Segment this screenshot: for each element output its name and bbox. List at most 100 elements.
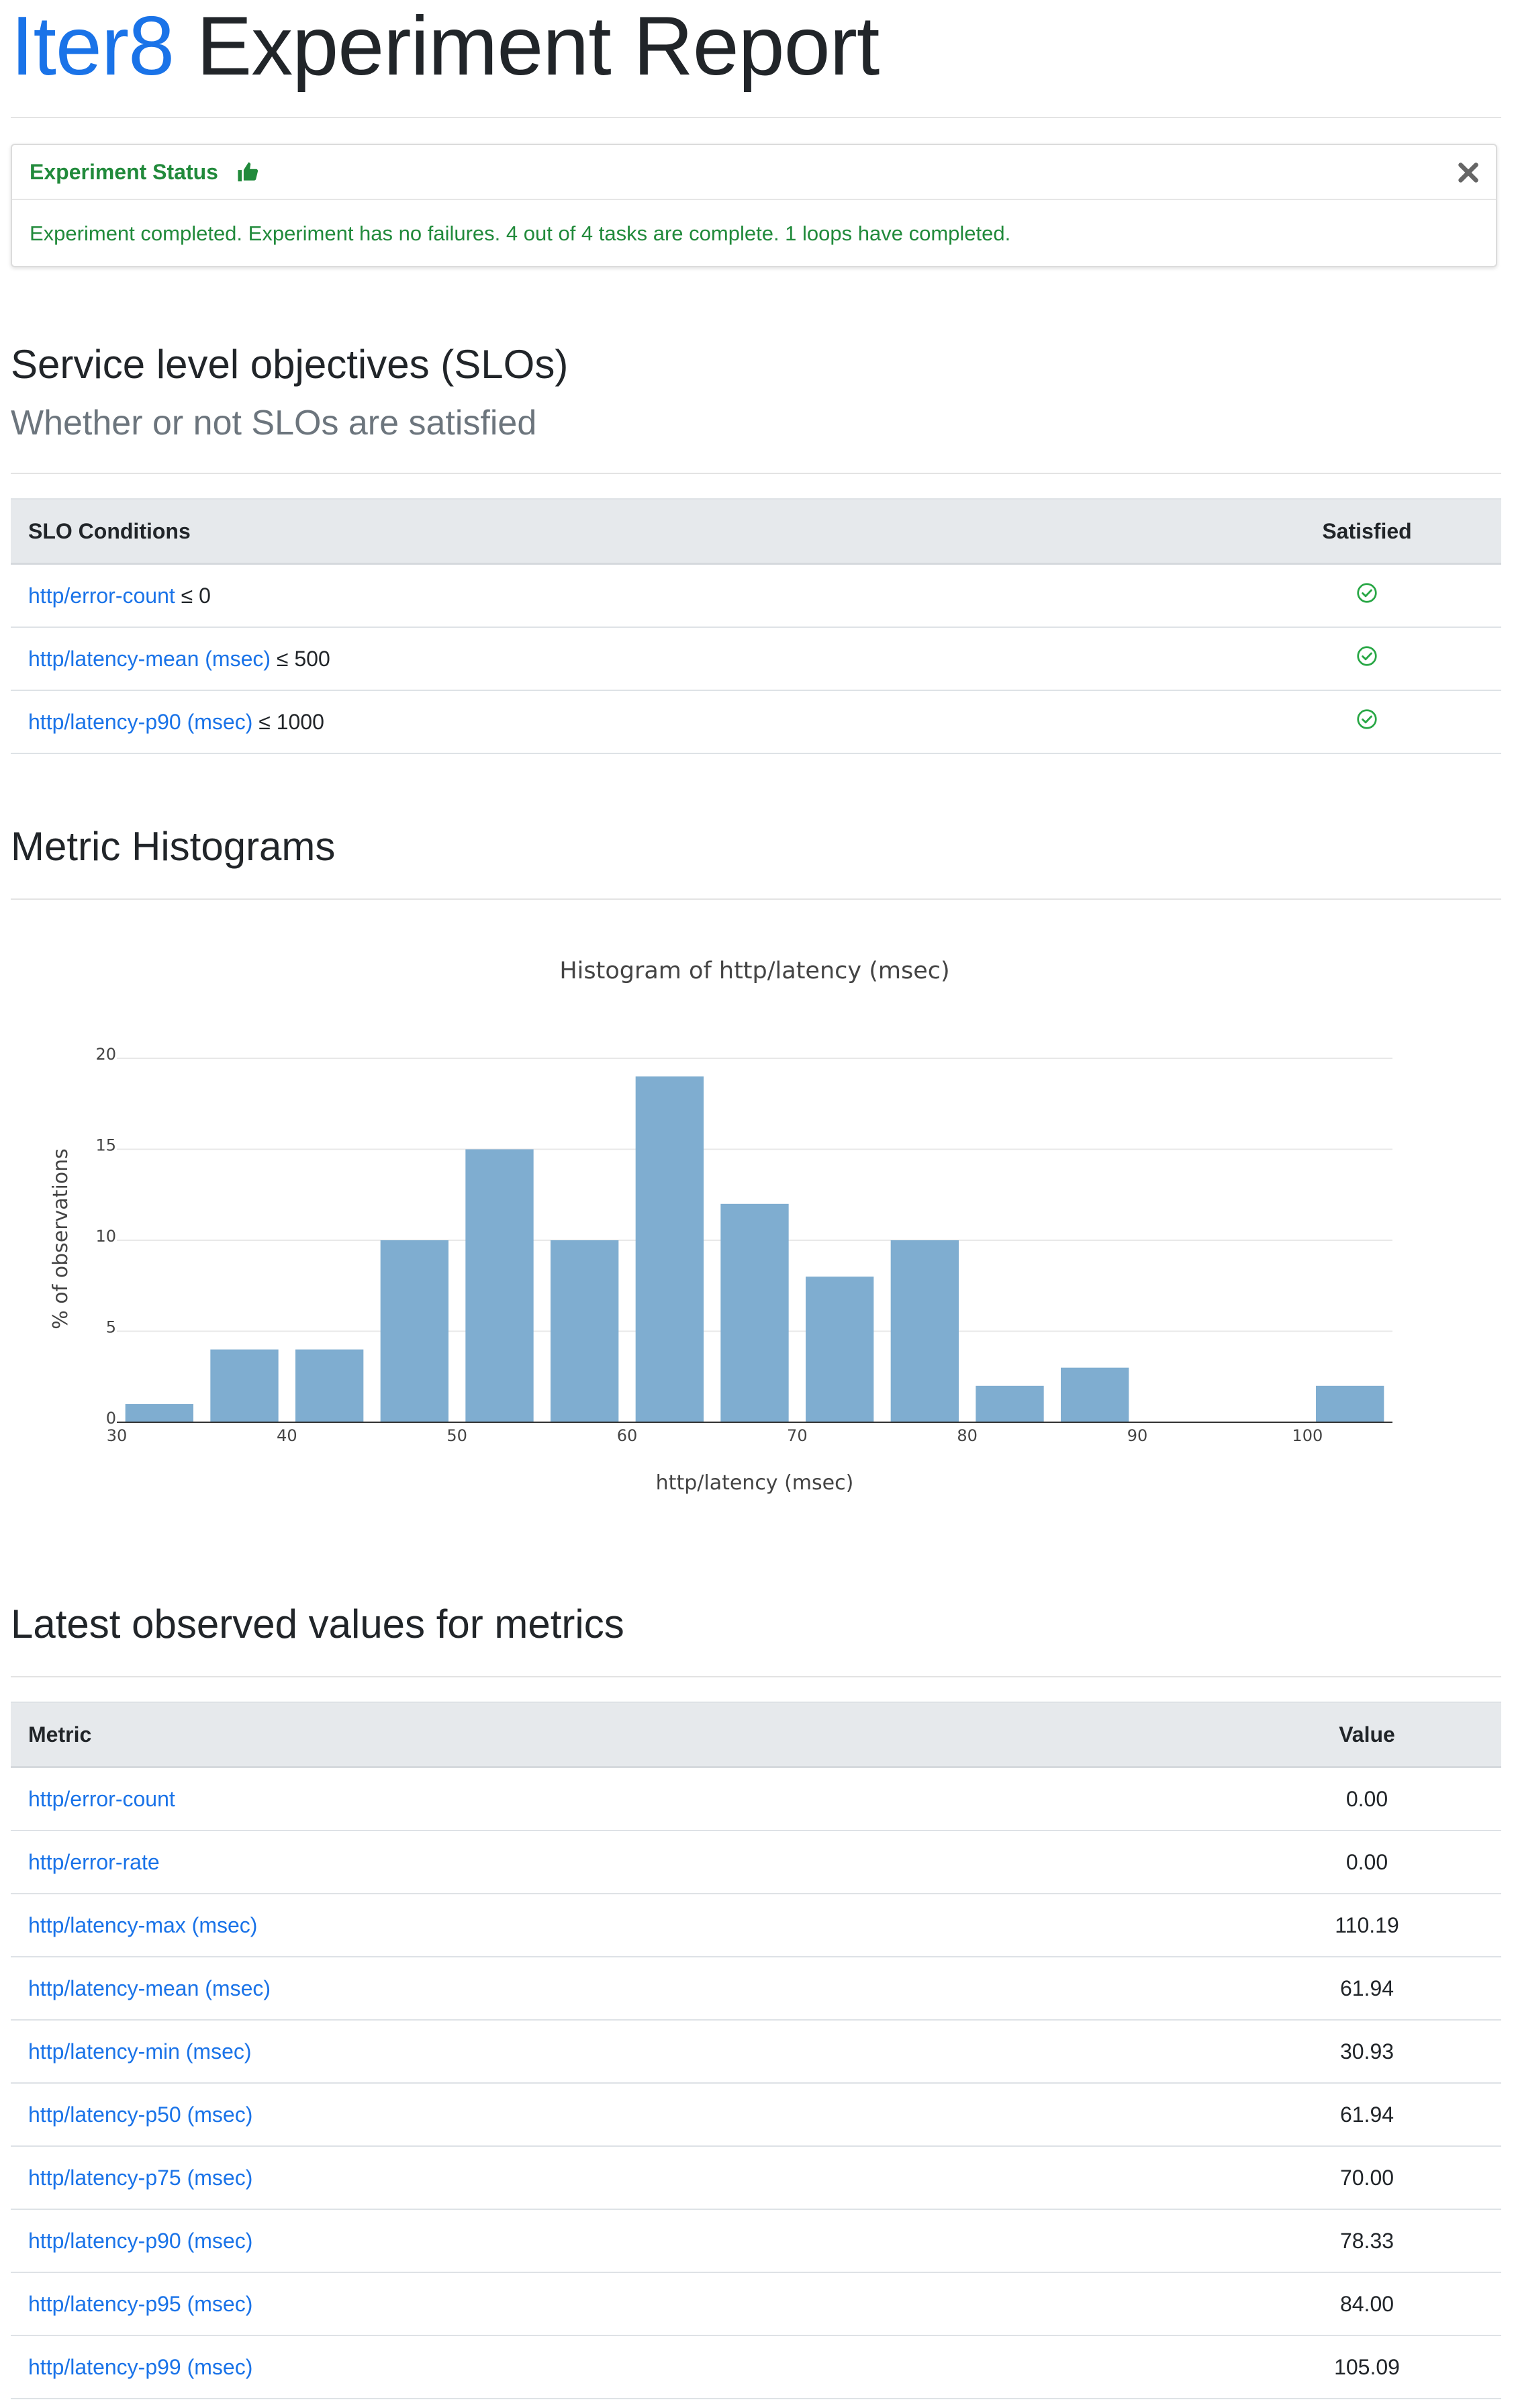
x-tick-label: 50: [446, 1426, 467, 1445]
metric-row: http/latency-p99 (msec) 105.09: [11, 2335, 1501, 2399]
slo-row: http/error-count ≤ 0: [11, 563, 1501, 628]
alert-header: Experiment Status: [12, 145, 1496, 200]
latest-divider: [11, 1676, 1501, 1677]
metric-cell: http/error-count: [11, 1767, 1233, 1831]
metric-row: http/latency-p90 (msec) 78.33: [11, 2209, 1501, 2273]
metric-cell: http/latency-p90 (msec): [11, 2209, 1233, 2273]
x-tick-label: 30: [107, 1426, 128, 1445]
metric-cell: http/latency-p99 (msec): [11, 2335, 1233, 2399]
metric-link[interactable]: http/latency-p50 (msec): [28, 2102, 252, 2127]
slo-satisfied-cell: [1233, 690, 1501, 754]
title-divider: [11, 117, 1501, 118]
histogram-bar[interactable]: [380, 1240, 448, 1422]
metric-value: 0.00: [1233, 1831, 1501, 1894]
metric-link[interactable]: http/latency-p90 (msec): [28, 2229, 252, 2253]
y-tick-label: 15: [95, 1136, 116, 1155]
check-circle-icon: [1357, 709, 1377, 729]
histogram-bar[interactable]: [210, 1349, 279, 1422]
metric-row: http/error-count 0.00: [11, 1767, 1501, 1831]
thumbs-up-icon: [238, 162, 258, 182]
experiment-status-alert: Experiment Status Experiment completed. …: [11, 144, 1497, 267]
metric-value: 110.19: [1233, 1894, 1501, 1957]
value-header: Value: [1233, 1702, 1501, 1768]
slo-condition-cell: http/latency-p90 (msec) ≤ 1000: [11, 690, 1233, 754]
metric-cell: http/error-rate: [11, 1831, 1233, 1894]
metric-row: http/latency-p75 (msec) 70.00: [11, 2146, 1501, 2210]
slo-metric-link[interactable]: http/latency-p90 (msec): [28, 710, 252, 734]
metric-cell: http/latency-p95 (msec): [11, 2272, 1233, 2336]
metric-row: http/latency-min (msec) 30.93: [11, 2020, 1501, 2084]
x-tick-label: 90: [1127, 1426, 1148, 1445]
alert-heading: Experiment Status: [30, 159, 218, 184]
histogram-bar[interactable]: [806, 1277, 874, 1422]
latest-metrics-table: Metric Value http/error-count 0.00 http/er…: [11, 1702, 1501, 2399]
slo-condition-cell: http/latency-mean (msec) ≤ 500: [11, 627, 1233, 691]
histogram-bar[interactable]: [635, 1076, 704, 1422]
slo-condition-text: ≤ 1000: [258, 709, 324, 734]
slo-table-header: SLO Conditions Satisfied: [11, 498, 1501, 565]
slo-row: http/latency-mean (msec) ≤ 500: [11, 627, 1501, 691]
histograms-divider: [11, 898, 1501, 900]
slo-condition-text: ≤ 0: [181, 583, 211, 608]
metric-cell: http/latency-p75 (msec): [11, 2146, 1233, 2210]
slo-condition-text: ≤ 500: [276, 646, 330, 671]
slo-metric-link[interactable]: http/error-count: [28, 584, 175, 608]
slo-section-subtitle: Whether or not SLOs are satisfied: [11, 404, 537, 443]
y-tick-label: 10: [95, 1227, 116, 1246]
x-tick-label: 80: [957, 1426, 978, 1445]
histograms-section-title: Metric Histograms: [11, 824, 336, 869]
metric-value: 61.94: [1233, 2083, 1501, 2147]
metric-link[interactable]: http/error-rate: [28, 1850, 160, 1874]
metric-row: http/latency-max (msec) 110.19: [11, 1894, 1501, 1957]
metric-link[interactable]: http/latency-p75 (msec): [28, 2166, 252, 2190]
histogram-bar[interactable]: [125, 1403, 193, 1422]
y-tick-label: 5: [106, 1318, 116, 1337]
latest-section-title: Latest observed values for metrics: [11, 1602, 624, 1647]
satisfied-header: Satisfied: [1233, 498, 1501, 565]
metric-cell: http/latency-mean (msec): [11, 1957, 1233, 2021]
page-title: Iter8 Experiment Report: [11, 0, 880, 97]
metric-link[interactable]: http/error-count: [28, 1787, 175, 1811]
metric-link[interactable]: http/latency-p99 (msec): [28, 2355, 252, 2379]
page-header: Iter8 Experiment Report: [11, 0, 880, 97]
slo-metric-link[interactable]: http/latency-mean (msec): [28, 647, 271, 671]
metric-link[interactable]: http/latency-min (msec): [28, 2039, 252, 2064]
metric-value: 78.33: [1233, 2209, 1501, 2273]
check-circle-icon: [1357, 583, 1377, 603]
metric-link[interactable]: http/latency-mean (msec): [28, 1976, 271, 2000]
chart-title: Histogram of http/latency (msec): [559, 958, 949, 984]
histogram-bar[interactable]: [976, 1385, 1044, 1422]
x-tick-label: 100: [1292, 1426, 1323, 1445]
histogram-bar[interactable]: [1316, 1385, 1384, 1422]
metric-value: 84.00: [1233, 2272, 1501, 2336]
x-tick-label: 40: [277, 1426, 297, 1445]
histogram-bar[interactable]: [890, 1240, 959, 1422]
close-icon[interactable]: [1456, 160, 1481, 185]
metric-link[interactable]: http/latency-p95 (msec): [28, 2292, 252, 2316]
slo-satisfied-cell: [1233, 563, 1501, 628]
alert-message: Experiment completed. Experiment has no …: [30, 222, 1011, 245]
histogram-bar[interactable]: [1061, 1367, 1129, 1422]
slo-table: SLO Conditions Satisfied http/error-coun…: [11, 498, 1501, 754]
metric-row: http/latency-mean (msec) 61.94: [11, 1957, 1501, 2021]
metric-value: 70.00: [1233, 2146, 1501, 2210]
slo-satisfied-cell: [1233, 627, 1501, 691]
slo-row: http/latency-p90 (msec) ≤ 1000: [11, 690, 1501, 754]
metric-value: 30.93: [1233, 2020, 1501, 2084]
slo-conditions-header: SLO Conditions: [11, 498, 1233, 565]
histogram-bar[interactable]: [465, 1149, 534, 1423]
x-axis-label: http/latency (msec): [656, 1471, 854, 1495]
metric-value: 61.94: [1233, 1957, 1501, 2021]
metric-row: http/error-rate 0.00: [11, 1831, 1501, 1894]
slo-condition-cell: http/error-count ≤ 0: [11, 563, 1233, 628]
x-tick-label: 70: [787, 1426, 808, 1445]
y-axis-label: % of observations: [49, 1148, 73, 1330]
brand-name: Iter8: [11, 0, 175, 93]
metric-link[interactable]: http/latency-max (msec): [28, 1913, 257, 1937]
metric-cell: http/latency-p50 (msec): [11, 2083, 1233, 2147]
histogram-bar[interactable]: [295, 1349, 364, 1422]
latency-histogram-chart: Histogram of http/latency (msec) 30 40 50 6…: [49, 958, 1392, 1495]
page-title-text: Experiment Report: [196, 0, 880, 93]
histogram-bar[interactable]: [720, 1203, 789, 1422]
histogram-bar[interactable]: [551, 1240, 619, 1422]
